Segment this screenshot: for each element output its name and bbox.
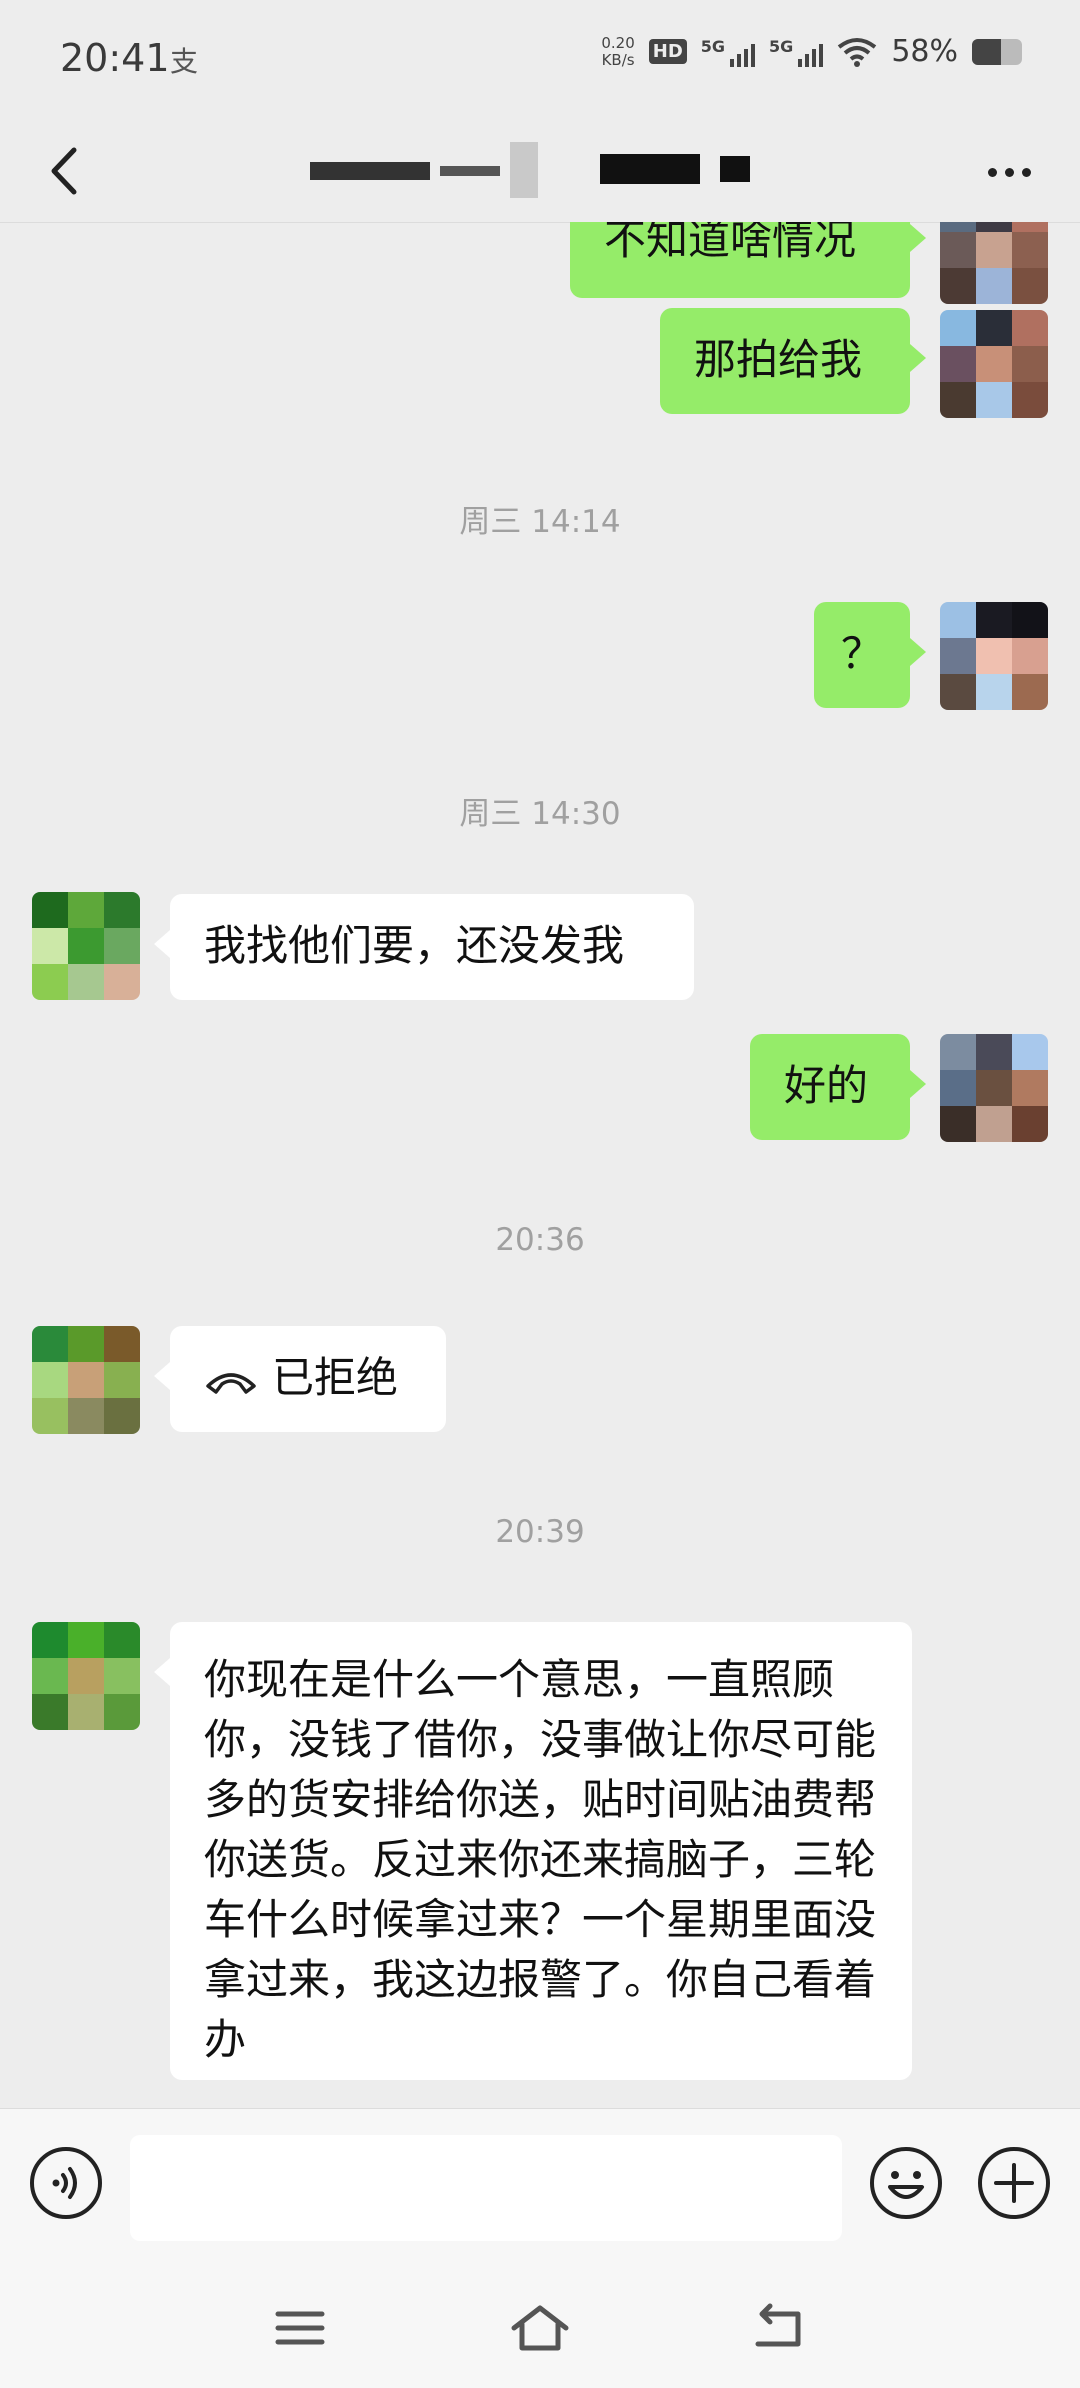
battery-percent: 58% <box>891 34 958 69</box>
battery-icon <box>972 38 1022 65</box>
message-list[interactable]: 不知道啥情况 那拍给我 周三 14:14 ？ 周三 14:30 我找他们要，还没… <box>0 222 1080 2108</box>
chat-title-bar <box>0 118 1080 223</box>
my-avatar[interactable] <box>940 222 1048 304</box>
my-avatar[interactable] <box>940 1034 1048 1142</box>
signal-2-icon: 5G <box>769 36 824 67</box>
more-dot-icon <box>1021 167 1031 177</box>
back-icon[interactable] <box>748 2298 812 2358</box>
system-navigation-bar <box>0 2268 1080 2388</box>
battery-level-fill <box>972 38 1001 65</box>
incoming-message[interactable]: 我找他们要，还没发我 <box>154 894 694 1000</box>
signal-1-label: 5G <box>700 36 726 56</box>
emoji-icon[interactable] <box>868 2145 944 2221</box>
wifi-icon <box>838 37 877 67</box>
network-speed: 0.20 KB/s <box>601 33 635 69</box>
signal-1-icon: 5G <box>700 36 756 67</box>
call-status-text: 已拒绝 <box>272 1353 399 1402</box>
chat-title-redacted <box>310 142 750 198</box>
message-timestamp: 20:39 <box>495 1514 585 1550</box>
my-avatar[interactable] <box>940 310 1048 418</box>
more-dot-icon <box>987 167 997 177</box>
incoming-message[interactable]: 你现在是什么一个意思，一直照顾你，没钱了借你，没事做让你尽可能多的货安排给你送，… <box>154 1622 912 2080</box>
alipay-notification-icon: 支 <box>170 45 199 78</box>
network-speed-unit: KB/s <box>601 50 635 69</box>
hd-voice-icon: HD <box>648 39 687 64</box>
message-timestamp: 20:36 <box>495 1222 585 1258</box>
contact-avatar[interactable] <box>32 892 140 1000</box>
outgoing-message[interactable]: 不知道啥情况 <box>570 222 926 298</box>
more-options-button[interactable] <box>974 142 1044 202</box>
contact-avatar[interactable] <box>32 1326 140 1434</box>
more-dot-icon <box>1004 167 1014 177</box>
call-record-message[interactable]: 已拒绝 <box>154 1326 446 1432</box>
outgoing-message[interactable]: 好的 <box>750 1034 926 1140</box>
message-timestamp: 周三 14:14 <box>459 504 621 540</box>
menu-icon[interactable] <box>268 2298 332 2358</box>
voice-icon[interactable] <box>28 2145 104 2221</box>
status-icons: 0.20 KB/s HD 5G 5G 58% <box>601 34 1022 69</box>
chat-screen: 20:41 支 0.20 KB/s HD 5G 5G 58% 不知道啥情况 那拍… <box>0 0 1080 2388</box>
chevron-left-icon[interactable] <box>36 136 96 206</box>
message-input[interactable] <box>130 2135 842 2241</box>
outgoing-message[interactable]: ？ <box>814 602 926 708</box>
plus-circle-icon[interactable] <box>976 2145 1052 2221</box>
message-timestamp: 周三 14:30 <box>459 796 621 832</box>
message-input-bar <box>0 2108 1080 2269</box>
home-icon[interactable] <box>508 2298 572 2358</box>
signal-2-label: 5G <box>769 36 794 56</box>
status-bar: 20:41 支 0.20 KB/s HD 5G 5G 58% <box>0 0 1080 118</box>
status-time: 20:41 <box>60 36 170 80</box>
network-speed-value: 0.20 <box>601 33 635 52</box>
outgoing-message[interactable]: 那拍给我 <box>660 308 926 414</box>
contact-avatar[interactable] <box>32 1622 140 1730</box>
my-avatar[interactable] <box>940 602 1048 710</box>
phone-hangup-icon <box>206 1372 256 1394</box>
